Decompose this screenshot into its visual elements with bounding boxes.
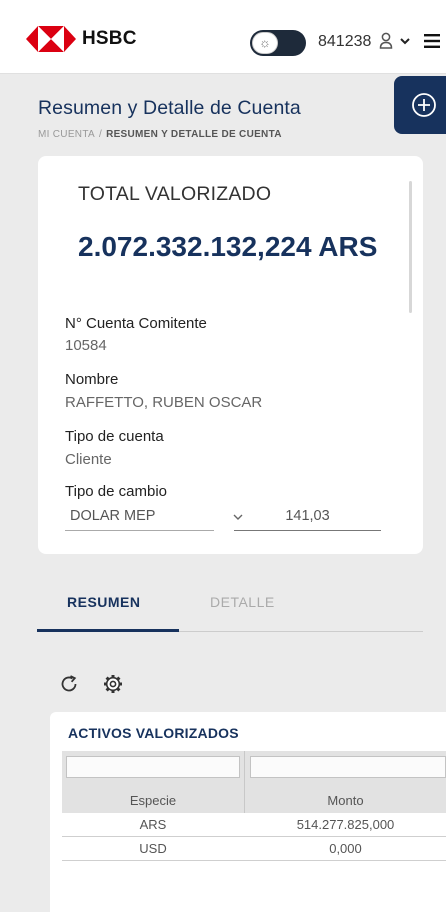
tab-bar: RESUMEN DETALLE: [37, 578, 423, 632]
table-row[interactable]: ARS 514.277.825,000: [62, 813, 446, 837]
tab-detalle[interactable]: DETALLE: [210, 594, 275, 610]
gear-icon[interactable]: [101, 672, 125, 696]
top-bar: HSBC ☼ 841238: [0, 0, 446, 74]
active-tab-indicator: [37, 629, 179, 632]
table-cell-especie: USD: [139, 841, 167, 856]
table-header: Especie Monto: [62, 787, 446, 813]
name-value: RAFFETTO, RUBEN OSCAR: [65, 394, 263, 411]
theme-toggle[interactable]: ☼: [250, 30, 306, 56]
brand-name: HSBC: [82, 28, 137, 49]
table-cell-monto: 514.277.825,000: [296, 817, 395, 832]
table-cell-monto: 0,000: [329, 841, 362, 856]
add-button[interactable]: [394, 76, 446, 134]
refresh-icon[interactable]: [58, 673, 80, 695]
user-icon[interactable]: [378, 31, 394, 51]
total-value: 2.072.332.132,224 ARS: [78, 231, 378, 262]
hsbc-logo[interactable]: HSBC: [26, 26, 137, 52]
table-row[interactable]: USD 0,000: [62, 837, 446, 861]
scrollbar[interactable]: [409, 181, 412, 313]
exchange-rate-field[interactable]: 141,03: [234, 505, 381, 531]
exchange-type-select[interactable]: DOLAR MEP: [65, 505, 243, 531]
page-title: Resumen y Detalle de Cuenta: [38, 97, 301, 119]
account-number-value: 10584: [65, 337, 107, 354]
column-divider: [244, 751, 245, 787]
breadcrumb-link[interactable]: MI CUENTA: [38, 129, 95, 140]
name-label: Nombre: [65, 371, 119, 388]
hsbc-hexagon-icon: [26, 26, 76, 52]
monto-filter-input[interactable]: [250, 756, 446, 778]
account-type-label: Tipo de cuenta: [65, 428, 164, 445]
chevron-down-icon[interactable]: [399, 35, 411, 47]
column-header-especie[interactable]: Especie: [62, 793, 244, 808]
table-cell-especie: ARS: [139, 817, 167, 832]
account-type-value: Cliente: [65, 451, 112, 468]
assets-title: ACTIVOS VALORIZADOS: [68, 725, 239, 741]
add-circle-icon: [412, 93, 436, 117]
tab-resumen[interactable]: RESUMEN: [67, 594, 141, 610]
total-label: TOTAL VALORIZADO: [78, 183, 272, 205]
especie-filter-input[interactable]: [66, 756, 240, 778]
exchange-type-label: Tipo de cambio: [65, 483, 167, 500]
exchange-type-selected: DOLAR MEP: [70, 508, 156, 524]
menu-icon[interactable]: [424, 34, 440, 48]
assets-panel: ACTIVOS VALORIZADOS Especie Monto ARS 51…: [50, 712, 446, 912]
column-header-monto[interactable]: Monto: [245, 793, 446, 808]
breadcrumb-separator: /: [98, 129, 103, 140]
user-id[interactable]: 841238: [318, 33, 371, 51]
account-summary-card: TOTAL VALORIZADO 2.072.332.132,224 ARS N…: [38, 156, 423, 554]
breadcrumb-current: RESUMEN Y DETALLE DE CUENTA: [106, 129, 282, 140]
filter-row: [62, 751, 446, 787]
account-number-label: N° Cuenta Comitente: [65, 315, 207, 332]
sun-icon: ☼: [252, 32, 278, 54]
breadcrumb: MI CUENTA / RESUMEN Y DETALLE DE CUENTA: [38, 129, 282, 140]
